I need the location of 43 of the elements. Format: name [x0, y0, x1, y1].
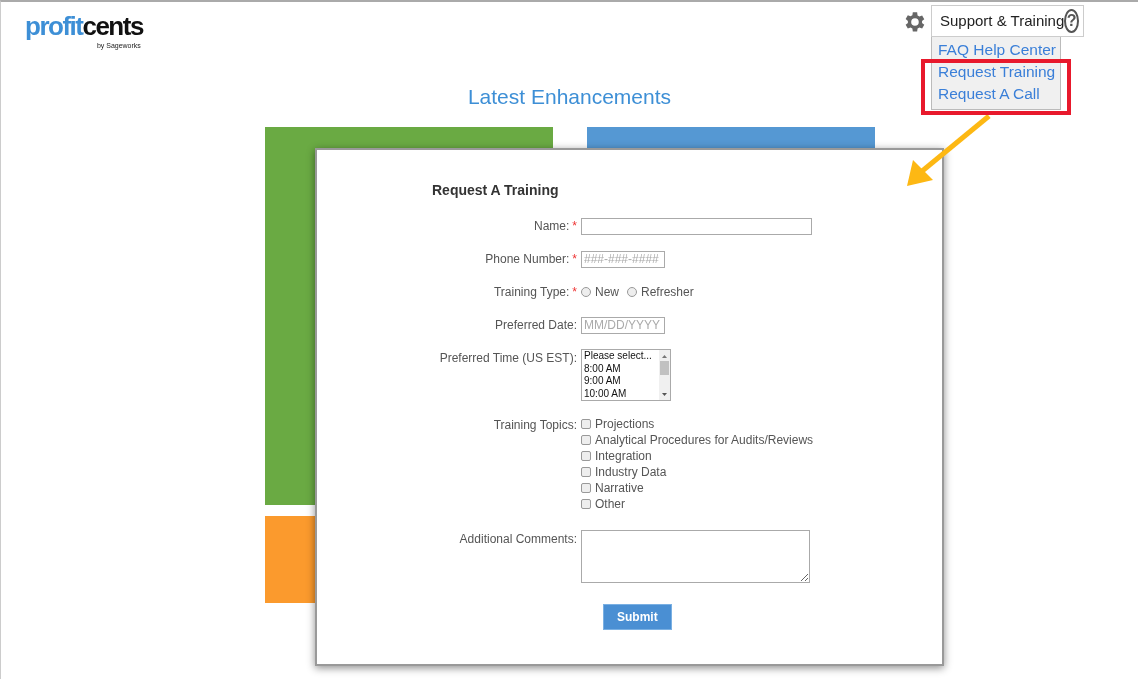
field-label: Name: — [534, 219, 570, 233]
checkbox[interactable] — [581, 435, 591, 445]
form-title: Request A Training — [432, 181, 560, 200]
input-field[interactable]: MM/DD/YYYY — [581, 316, 665, 334]
comments-field[interactable] — [581, 530, 810, 583]
checkbox[interactable] — [581, 451, 591, 461]
required-mark: * — [572, 219, 577, 233]
field-label: Preferred Date: — [494, 318, 577, 332]
radio-button[interactable] — [581, 287, 591, 297]
name-field[interactable] — [581, 217, 812, 235]
support-menu-button[interactable]: Support & Training? — [931, 5, 1084, 37]
help-icon[interactable]: ? — [1064, 9, 1079, 33]
checkbox[interactable] — [581, 467, 591, 477]
option-label: Integration — [595, 448, 652, 464]
checkbox[interactable] — [581, 499, 591, 509]
required-mark: * — [572, 252, 577, 266]
radio-button[interactable] — [627, 287, 637, 297]
field-label: Additional Comments: — [459, 532, 577, 546]
option-label: Analytical Procedures for Audits/Reviews — [595, 432, 814, 448]
list-option[interactable]: Please select... — [584, 350, 659, 363]
menu-item[interactable]: FAQ Help Center — [938, 39, 1060, 61]
menu-label: Support & Training — [940, 10, 1065, 31]
option-label: Refresher — [641, 284, 694, 300]
list-option[interactable]: 9:00 AM — [584, 375, 659, 388]
input-field[interactable]: ###-###-#### — [581, 250, 665, 268]
menu-item[interactable]: Request A Call — [938, 83, 1060, 105]
field-label: Training Type: — [493, 285, 570, 299]
required-mark: * — [572, 285, 577, 299]
field-label: Preferred Time (US EST): — [439, 351, 577, 365]
option-label: New — [595, 284, 619, 300]
menu-item[interactable]: Request Training — [938, 61, 1060, 83]
field-label: Training Topics: — [493, 418, 577, 432]
option-label: Other — [595, 496, 625, 512]
checkbox[interactable] — [581, 419, 591, 429]
option-label: Industry Data — [595, 464, 667, 480]
field-label: Phone Number: — [485, 252, 570, 266]
time-listbox[interactable]: Please select... 8:00 AM 9:00 AM 10:00 AM — [581, 349, 671, 401]
list-option[interactable]: 8:00 AM — [584, 362, 659, 375]
option-label: Projections — [595, 416, 655, 432]
list-option[interactable]: 10:00 AM — [584, 387, 659, 400]
option-label: Narrative — [595, 480, 644, 496]
page-title: Latest Enhancements — [467, 84, 672, 110]
checkbox[interactable] — [581, 483, 591, 493]
